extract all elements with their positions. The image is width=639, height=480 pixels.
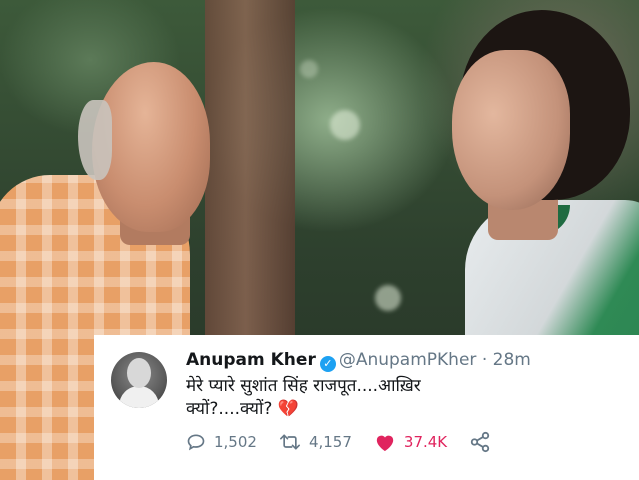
tweet-actions: 1,502 4,157 37.4K bbox=[186, 431, 521, 453]
bokeh-light bbox=[300, 60, 318, 78]
separator-dot: · bbox=[481, 350, 488, 370]
retweet-count: 4,157 bbox=[308, 433, 352, 451]
retweet-button[interactable]: 4,157 bbox=[279, 432, 352, 452]
share-button[interactable] bbox=[469, 431, 499, 453]
tweet-text-line-2: क्यों?....क्यों? 💔 bbox=[186, 398, 546, 421]
reply-button[interactable]: 1,502 bbox=[186, 432, 257, 452]
verified-badge-icon: ✓ bbox=[319, 356, 336, 372]
retweet-icon bbox=[279, 434, 300, 450]
author-name[interactable]: Anupam Kher bbox=[186, 350, 316, 370]
tweet-header: Anupam Kher ✓ @AnupamPKher · 28m bbox=[186, 349, 531, 372]
left-person-hair bbox=[78, 100, 112, 180]
broken-heart-emoji: 💔 bbox=[277, 399, 299, 419]
avatar[interactable] bbox=[111, 352, 167, 408]
bokeh-light bbox=[330, 110, 360, 140]
heart-icon bbox=[376, 435, 394, 452]
avatar-head bbox=[127, 358, 151, 388]
reply-count: 1,502 bbox=[214, 433, 257, 451]
author-handle[interactable]: @AnupamPKher bbox=[339, 350, 477, 370]
tweet-text-line-2-text: क्यों?....क्यों? bbox=[186, 399, 273, 419]
right-person-face bbox=[452, 50, 570, 210]
bokeh-light bbox=[375, 285, 401, 311]
tweet-time[interactable]: 28m bbox=[493, 350, 531, 370]
tweet-text-line-1: मेरे प्यारे सुशांत सिंह राजपूत....आख़िर bbox=[186, 376, 421, 396]
like-count: 37.4K bbox=[403, 433, 448, 451]
avatar-body bbox=[119, 386, 159, 408]
tweet-text: मेरे प्यारे सुशांत सिंह राजपूत....आख़िर … bbox=[186, 375, 546, 421]
like-button[interactable]: 37.4K bbox=[374, 432, 447, 452]
reply-icon bbox=[187, 434, 205, 451]
tweet-card: Anupam Kher ✓ @AnupamPKher · 28m मेरे प्या… bbox=[94, 335, 639, 480]
share-icon bbox=[470, 431, 490, 453]
